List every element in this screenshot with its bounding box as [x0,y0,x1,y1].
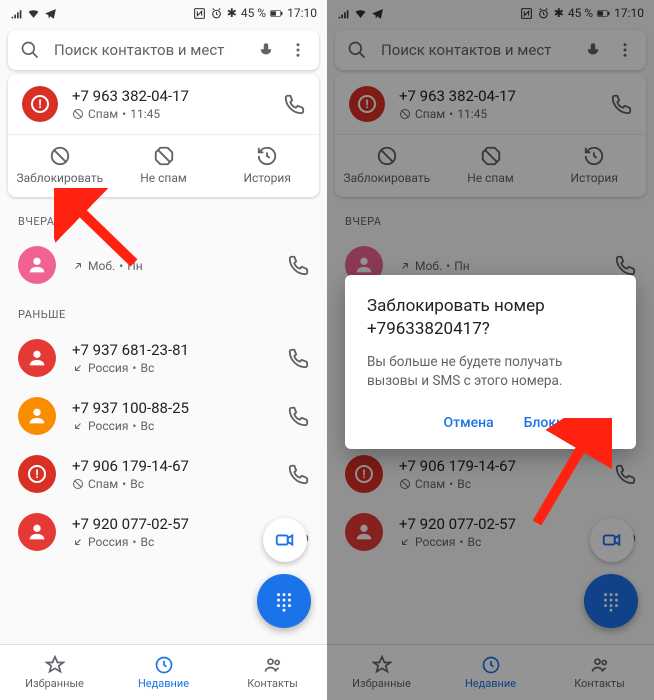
right-screenshot: ✱ 45 % 17:10 Поиск контактов и мест ! +7… [327,0,654,700]
list-item[interactable]: ! +7 906 179-14-67 Спам•Вс [0,445,327,503]
section-earlier: РАНЬШЕ [0,294,327,329]
contact-avatar [18,397,56,435]
dialpad-icon [273,590,295,612]
search-icon [20,40,40,60]
block-small-icon [72,108,84,120]
block-small-icon [72,478,84,490]
call-number: +7 937 681-23-81 [72,341,271,359]
video-fab[interactable] [263,518,307,562]
call-number: +7 920 077-02-57 [72,515,271,533]
call-button-icon[interactable] [287,405,309,427]
dialog-title: Заблокировать номер +79633820417? [367,295,614,341]
nav-recent[interactable]: Недавние [109,645,218,700]
search-bar[interactable]: Поиск контактов и мест [8,30,319,70]
block-button[interactable]: Блокировать [520,409,614,437]
cancel-button[interactable]: Отмена [439,409,497,437]
dialpad-fab[interactable] [257,574,311,628]
spam-avatar: ! [22,86,58,122]
battery-icon [270,7,283,20]
search-placeholder: Поиск контактов и мест [54,41,243,59]
block-confirm-dialog: Заблокировать номер +79633820417? Вы бол… [345,275,636,449]
nav-contacts[interactable]: Контакты [218,645,327,700]
person-icon [26,254,48,276]
call-number: +7 937 100-88-25 [72,399,271,417]
person-icon [26,521,48,543]
contact-avatar [18,246,56,284]
clock-icon [154,655,174,675]
person-icon [26,347,48,369]
call-number: +7 906 179-14-67 [72,457,271,475]
incoming-icon [72,420,84,432]
notspam-action[interactable]: Не спам [112,135,216,197]
alarm-icon [210,7,223,20]
nfc-icon [193,7,206,20]
history-action[interactable]: История [215,135,319,197]
block-icon [49,145,71,167]
notspam-icon [153,145,175,167]
call-button-icon[interactable] [287,463,309,485]
call-button-icon[interactable] [283,93,305,115]
dialog-body: Вы больше не будете получать вызовы и SM… [367,353,614,391]
list-item[interactable]: +7 937 681-23-81 Россия•Вс [0,329,327,387]
contact-avatar [18,513,56,551]
block-action[interactable]: Заблокировать [8,135,112,197]
nav-favorites[interactable]: Избранные [0,645,109,700]
mic-icon[interactable] [257,41,275,59]
section-yesterday: ВЧЕРА [0,201,327,236]
signal-icon [10,7,23,20]
video-icon [274,529,296,551]
status-bar: ✱ 45 % 17:10 [0,0,327,26]
call-button-icon[interactable] [287,347,309,369]
left-screenshot: ✱ 45 % 17:10 Поиск контактов и мест ! +7… [0,0,327,700]
bottom-nav: Избранные Недавние Контакты [0,644,327,700]
incoming-icon [72,536,84,548]
more-icon[interactable] [289,41,307,59]
wifi-icon [27,7,40,20]
status-time: 17:10 [287,6,317,20]
outgoing-icon [72,260,84,272]
expanded-call-card: ! +7 963 382-04-17 Спам•11:45 Заблокиров… [8,74,319,197]
call-button-icon[interactable] [287,254,309,276]
history-icon [256,145,278,167]
telegram-icon [44,7,57,20]
person-icon [26,405,48,427]
star-icon [45,655,65,675]
spam-avatar: ! [18,455,56,493]
call-header[interactable]: ! +7 963 382-04-17 Спам•11:45 [8,74,319,134]
call-number: +7 963 382-04-17 [72,87,269,105]
contact-avatar [18,339,56,377]
incoming-icon [72,362,84,374]
list-item[interactable]: +7 937 100-88-25 Россия•Вс [0,387,327,445]
list-item[interactable]: Моб.•Пн [0,236,327,294]
battery-pct: 45 % [241,6,266,20]
people-icon [263,655,283,675]
